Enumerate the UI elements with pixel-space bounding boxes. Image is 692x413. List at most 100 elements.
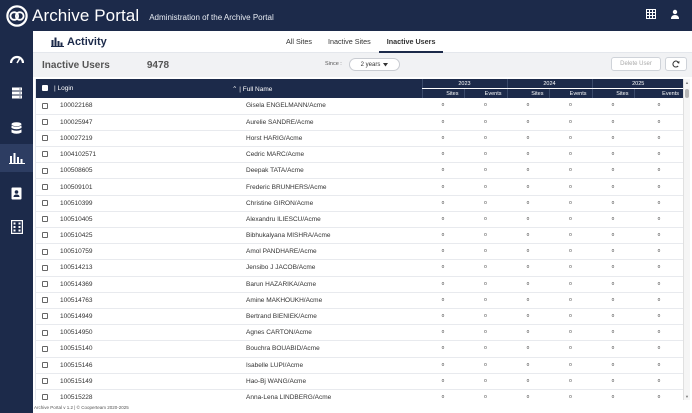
row-checkbox[interactable] [42,119,48,126]
table-row[interactable]: 100510405 Alexandru ILIESCU/Acme 0 0 0 0 0 0 [36,211,683,229]
row-select-cell [36,211,54,229]
table-row[interactable]: 100509101 Frederic BRUNHERS/Acme 0 0 0 0 0 0 [36,178,683,196]
row-checkbox[interactable] [42,313,48,320]
sites-column-header[interactable]: Sites [591,88,634,98]
row-checkbox[interactable] [42,232,48,239]
select-all-checkbox[interactable] [42,85,48,92]
events-count-cell: 0 [549,211,592,229]
events-column-header[interactable]: Events [548,88,592,98]
tab-all-sites[interactable]: All Sites [278,31,320,53]
events-count-cell: 0 [549,195,592,212]
sidebar-item-dashboard[interactable] [0,45,33,73]
row-checkbox[interactable] [42,167,48,174]
sidebar-item-database[interactable] [0,114,33,142]
sites-count-cell: 0 [507,276,549,293]
sites-count-cell: 0 [507,243,549,261]
login-cell: 100515149 [54,373,232,390]
table-row[interactable]: 100508605 Deepak TATA/Acme 0 0 0 0 0 0 [36,162,683,180]
sites-count-cell: 0 [592,340,634,358]
row-select-cell [36,178,54,196]
row-checkbox[interactable] [42,151,48,158]
sites-count-cell: 0 [507,162,549,180]
fullname-cell: Frederic BRUNHERS/Acme [232,178,422,196]
table-row[interactable]: 100515228 Anna-Lena LINDBERG/Acme 0 0 0 0 0 0 [36,389,683,400]
table-row[interactable]: 100510759 Amol PANDHARE/Acme 0 0 0 0 0 0 [36,243,683,261]
events-column-header[interactable]: Events [463,88,507,98]
sidebar-item-servers[interactable] [0,79,33,107]
since-dropdown[interactable]: 2 years [349,58,400,71]
fullname-cell: Alexandru ILIESCU/Acme [232,211,422,229]
events-count-cell: 0 [464,227,507,245]
table-row[interactable]: 100514369 Barun HAZARIKA/Acme 0 0 0 0 0 0 [36,276,683,293]
table-row[interactable]: 100027219 Horst HARIG/Acme 0 0 0 0 0 0 [36,130,683,148]
row-checkbox[interactable] [42,394,48,400]
archive-portal-logo-icon[interactable] [6,4,28,27]
events-count-cell: 0 [464,324,507,342]
fullname-cell: Anna-Lena LINDBERG/Acme [232,389,422,400]
table-row[interactable]: 100022168 Gisela ENGELMANN/Acme 0 0 0 0 0 0 [36,98,683,115]
sites-count-cell: 0 [592,308,634,326]
row-checkbox[interactable] [42,135,48,142]
table-row[interactable]: 1004102571 Cedric MARC/Acme 0 0 0 0 0 0 [36,146,683,164]
year-header-2025: 2025 [591,79,683,89]
table-scrollbar[interactable]: ▲ ▼ [683,79,690,400]
row-checkbox[interactable] [42,329,48,336]
table-row[interactable]: 100514213 Jensibo J JACOB/Acme 0 0 0 0 0 0 [36,259,683,277]
grid-icon[interactable] [646,9,656,19]
user-count: 9478 [146,59,170,71]
login-cell: 100515146 [54,357,232,374]
sites-count-cell: 0 [592,292,634,309]
events-count-cell: 0 [464,276,507,293]
row-checkbox[interactable] [42,200,48,206]
sidebar-item-activity[interactable] [0,144,33,172]
table-row[interactable]: 100515146 Isabelle LUPI/Acme 0 0 0 0 0 0 [36,357,683,374]
events-count-cell: 0 [549,259,592,277]
tab-inactive-sites[interactable]: Inactive Sites [320,31,379,53]
scroll-down-icon[interactable]: ▼ [685,394,689,399]
scroll-up-icon[interactable]: ▲ [685,80,689,85]
events-count-cell: 0 [634,195,683,212]
sites-count-cell: 0 [422,162,464,180]
row-checkbox[interactable] [42,216,48,223]
row-checkbox[interactable] [42,297,48,304]
tab-inactive-users[interactable]: Inactive Users [378,31,444,53]
row-checkbox[interactable] [42,183,48,190]
row-checkbox[interactable] [42,248,48,255]
fullname-column-header[interactable]: ⌃ | Full Name [232,79,422,98]
table-row[interactable]: 100025947 Aurelie SANDRE/Acme 0 0 0 0 0 0 [36,114,683,131]
row-checkbox[interactable] [42,345,48,352]
since-dropdown-value: 2 years [360,61,381,68]
table-row[interactable]: 100514950 Agnes CARTON/Acme 0 0 0 0 0 0 [36,324,683,342]
sites-column-header[interactable]: Sites [506,88,549,98]
table-row[interactable]: 100514949 Bertrand BIENIEK/Acme 0 0 0 0 0 0 [36,308,683,326]
row-checkbox[interactable] [42,102,48,109]
app-title: Archive Portal [32,5,140,25]
sidebar-item-contacts[interactable] [0,179,33,207]
events-count-cell: 0 [464,162,507,180]
login-cell: 100022168 [54,98,232,115]
row-checkbox[interactable] [42,378,48,385]
scrollbar-thumb[interactable] [685,89,689,98]
table-row[interactable]: 100515140 Bouchra BOUABID/Acme 0 0 0 0 0 0 [36,340,683,358]
events-count-cell: 0 [634,357,683,374]
table-row[interactable]: 100510425 Bibhukalyana MISHRA/Acme 0 0 0 0 0 0 [36,227,683,245]
user-icon[interactable] [670,9,680,19]
sidebar-item-buildings[interactable] [0,213,33,241]
sites-column-header[interactable]: Sites [421,88,464,98]
table-row[interactable]: 100510399 Christine GIRON/Acme 0 0 0 0 0 0 [36,195,683,212]
sites-count-cell: 0 [422,195,464,212]
row-checkbox[interactable] [42,280,48,287]
row-checkbox[interactable] [42,361,48,368]
refresh-button[interactable] [665,57,687,71]
events-column-header[interactable]: Events [633,88,683,98]
events-count-cell: 0 [464,114,507,131]
table-row[interactable]: 100514763 Amine MAKHOUKH/Acme 0 0 0 0 0 0 [36,292,683,309]
sites-count-cell: 0 [507,340,549,358]
login-cell: 100510399 [54,195,232,212]
delete-user-button[interactable]: Delete User [611,57,661,71]
fullname-cell: Amol PANDHARE/Acme [232,243,422,261]
sites-count-cell: 0 [422,308,464,326]
login-column-header[interactable]: | Login [54,79,232,98]
row-checkbox[interactable] [42,264,48,271]
table-row[interactable]: 100515149 Hao-Bj WANG/Acme 0 0 0 0 0 0 [36,373,683,390]
